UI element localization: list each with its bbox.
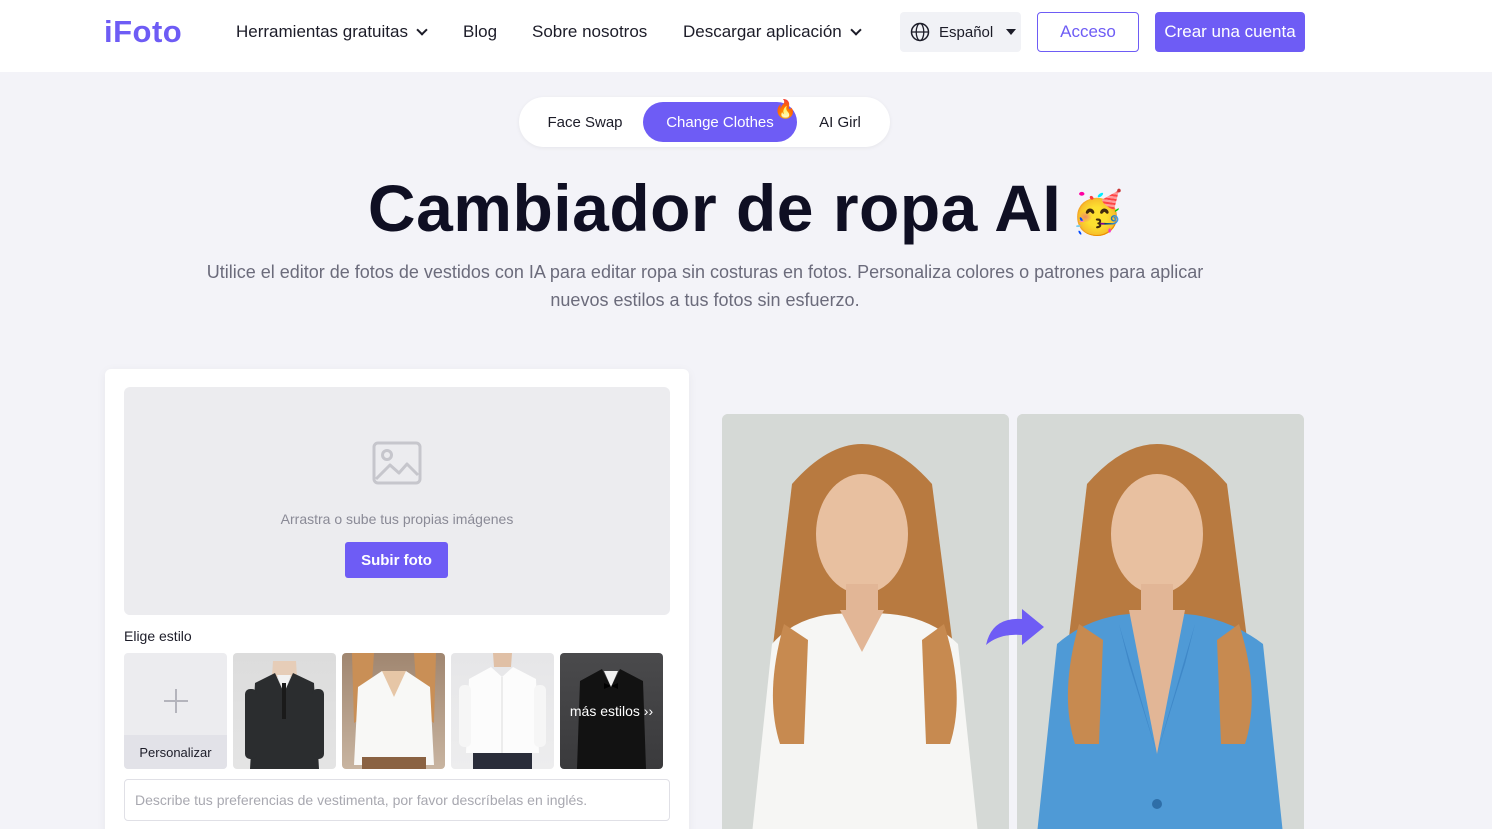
signup-button[interactable]: Crear una cuenta: [1155, 12, 1305, 52]
nav-download-app-label: Descargar aplicación: [683, 22, 842, 41]
page-subtitle: Utilice el editor de fotos de vestidos c…: [206, 262, 1204, 310]
curved-arrow-icon: [986, 609, 1044, 645]
style-custom[interactable]: Personalizar: [124, 653, 227, 769]
nav-about-label: Sobre nosotros: [532, 22, 648, 41]
nav-blog-label: Blog: [463, 22, 498, 41]
suit-image: [245, 661, 324, 769]
style-blouse-thumbnail[interactable]: [342, 653, 445, 769]
upload-photo-button[interactable]: Subir foto: [345, 542, 448, 578]
editor-card: Arrastra o sube tus propias imágenes Sub…: [105, 369, 689, 829]
language-label: Español: [939, 23, 994, 41]
style-white-shirt-thumbnail[interactable]: [451, 653, 554, 769]
after-photo: [1017, 414, 1304, 829]
nav-blog[interactable]: Blog: [463, 22, 497, 42]
style-suit-thumbnail[interactable]: [233, 653, 336, 769]
globe-icon: [910, 22, 930, 42]
nav-download-app[interactable]: Descargar aplicación: [683, 22, 862, 42]
language-selector[interactable]: Español: [900, 12, 1021, 52]
woman-blue-blazer-image: [1017, 414, 1304, 829]
style-more-thumbnail[interactable]: más estilos ››: [560, 653, 663, 769]
tab-face-swap[interactable]: Face Swap: [535, 102, 635, 142]
clothing-description-input[interactable]: [124, 779, 670, 821]
tool-tabs: Face Swap Change Clothes AI Girl: [519, 97, 890, 147]
blouse-image: [352, 653, 436, 769]
fire-icon: 🔥: [774, 99, 797, 119]
login-button[interactable]: Acceso: [1037, 12, 1139, 52]
site-header: iFoto Herramientas gratuitas Blog Sobre …: [0, 0, 1492, 72]
upload-dropzone[interactable]: Arrastra o sube tus propias imágenes Sub…: [124, 387, 670, 615]
chevron-down-icon: [850, 23, 862, 36]
party-face-icon: 🥳: [1071, 189, 1125, 237]
tab-ai-girl[interactable]: AI Girl: [805, 102, 875, 142]
before-photo: [722, 414, 1009, 829]
caret-down-icon: [1006, 29, 1017, 35]
page-title: Cambiador de ropa AI 🥳: [0, 170, 1492, 246]
logo[interactable]: iFoto: [104, 14, 182, 50]
nav-free-tools-label: Herramientas gratuitas: [236, 22, 408, 41]
style-label: Elige estilo: [124, 628, 192, 644]
woman-white-shirt-image: [722, 414, 1009, 829]
nav-free-tools[interactable]: Herramientas gratuitas: [236, 22, 428, 42]
page-title-text: Cambiador de ropa AI: [367, 171, 1062, 245]
dropzone-text: Arrastra o sube tus propias imágenes: [280, 511, 514, 527]
chevron-down-icon: [416, 23, 428, 36]
nav-about[interactable]: Sobre nosotros: [532, 22, 647, 42]
style-custom-label: Personalizar: [124, 735, 227, 769]
shirt-image: [459, 653, 546, 769]
more-styles-label: más estilos ››: [569, 703, 654, 719]
plus-icon: [164, 689, 188, 713]
image-icon: [372, 441, 422, 485]
